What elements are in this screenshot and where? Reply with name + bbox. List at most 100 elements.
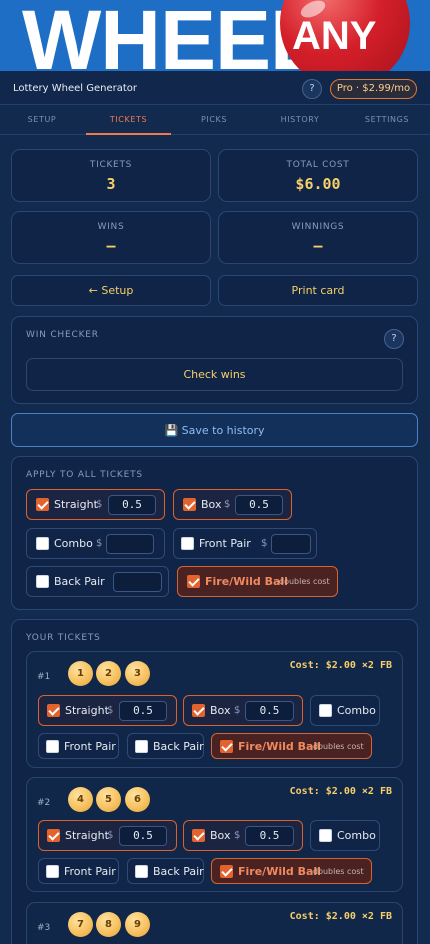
tickets-stat-label: TICKETS: [89, 160, 133, 170]
apply-all-combo-label: Combo: [54, 537, 93, 550]
total-cost-stat-card: TOTAL COST $6.00: [218, 149, 418, 202]
apply-all-front-pair-amount-input[interactable]: [271, 534, 311, 554]
pro-upgrade-button[interactable]: Pro · $2.99/mo: [330, 79, 417, 99]
back-to-setup-button[interactable]: ← Setup: [11, 275, 211, 306]
ticket-fire-wild-note: doubles cost: [313, 742, 364, 751]
pick-ball: 5: [96, 787, 121, 812]
apply-all-back-pair-option[interactable]: Back Pair $: [26, 566, 169, 597]
ticket-fire-wild-label: Fire/Wild Ball: [238, 740, 321, 753]
ticket-number: #2: [37, 798, 51, 808]
apply-all-front-pair-option[interactable]: Front Pair $: [173, 528, 317, 559]
ticket-card: #3 7 8 9 Cost: $2.00 ×2 FB: [26, 902, 403, 944]
apply-all-straight-checkbox[interactable]: [36, 498, 49, 511]
dollar-sign: $: [107, 830, 114, 841]
ticket-combo-option[interactable]: Combo: [310, 820, 380, 851]
apply-all-combo-checkbox[interactable]: [36, 537, 49, 550]
ticket-back-pair-option[interactable]: Back Pair: [127, 858, 204, 884]
ticket-combo-label: Combo: [337, 829, 376, 842]
ticket-cost: Cost: $2.00 ×2 FB: [289, 911, 392, 922]
tab-history[interactable]: HISTORY: [258, 106, 342, 135]
pick-ball: 6: [125, 787, 150, 812]
ticket-box-amount-input[interactable]: 0.5: [245, 701, 294, 721]
apply-all-panel: APPLY TO ALL TICKETS Straight $ 0.5 Box …: [11, 456, 418, 610]
save-to-history-button[interactable]: 💾 Save to history: [11, 413, 418, 447]
tab-settings[interactable]: SETTINGS: [344, 106, 430, 135]
ticket-fire-wild-option[interactable]: Fire/Wild Ball doubles cost: [211, 733, 372, 759]
ticket-box-checkbox[interactable]: [192, 829, 205, 842]
apply-all-combo-option[interactable]: Combo $: [26, 528, 165, 559]
apply-all-back-pair-amount-input[interactable]: [113, 572, 162, 592]
tab-setup[interactable]: SETUP: [0, 106, 84, 135]
check-wins-button[interactable]: Check wins: [26, 358, 403, 391]
ticket-front-pair-label: Front Pair: [64, 740, 116, 753]
wins-stat-value: —: [106, 237, 116, 255]
ticket-straight-checkbox[interactable]: [47, 829, 60, 842]
ticket-front-pair-checkbox[interactable]: [46, 740, 59, 753]
ticket-fire-wild-checkbox[interactable]: [220, 865, 233, 878]
apply-all-back-pair-checkbox[interactable]: [36, 575, 49, 588]
tickets-stat-value: 3: [106, 175, 116, 193]
ticket-combo-checkbox[interactable]: [319, 829, 332, 842]
apply-all-fire-wild-note: doubles cost: [279, 577, 330, 586]
apply-all-front-pair-checkbox[interactable]: [181, 537, 194, 550]
ticket-straight-amount-input[interactable]: 0.5: [119, 826, 167, 846]
win-checker-help-button[interactable]: ?: [384, 329, 404, 349]
apply-all-box-option[interactable]: Box $ 0.5: [173, 489, 292, 520]
pick-ball: 2: [96, 661, 121, 686]
pick-ball: 1: [68, 661, 93, 686]
ticket-box-option[interactable]: Box $ 0.5: [183, 695, 303, 726]
ticket-cost: Cost: $2.00 ×2 FB: [289, 786, 392, 797]
ticket-box-option[interactable]: Box $ 0.5: [183, 820, 303, 851]
apply-all-front-pair-label: Front Pair: [199, 537, 251, 550]
ticket-back-pair-checkbox[interactable]: [135, 740, 148, 753]
ticket-front-pair-option[interactable]: Front Pair: [38, 858, 119, 884]
ticket-fire-wild-option[interactable]: Fire/Wild Ball doubles cost: [211, 858, 372, 884]
print-card-button[interactable]: Print card: [218, 275, 418, 306]
ticket-front-pair-checkbox[interactable]: [46, 865, 59, 878]
total-cost-stat-value: $6.00: [295, 175, 341, 193]
banner-logo-word: WHEEL: [22, 0, 321, 71]
ticket-back-pair-checkbox[interactable]: [135, 865, 148, 878]
ticket-number: #3: [37, 923, 51, 933]
apply-all-straight-option[interactable]: Straight $ 0.5: [26, 489, 165, 520]
apply-all-fire-wild-option[interactable]: Fire/Wild Ball doubles cost: [177, 566, 338, 597]
dollar-sign: $: [224, 499, 231, 510]
apply-all-combo-amount-input[interactable]: [106, 534, 154, 554]
ticket-fire-wild-checkbox[interactable]: [220, 740, 233, 753]
tab-tickets[interactable]: TICKETS: [86, 106, 171, 135]
tab-bar: SETUP TICKETS PICKS HISTORY SETTINGS: [0, 106, 430, 135]
pick-ball: 8: [96, 912, 121, 937]
apply-all-straight-amount-input[interactable]: 0.5: [108, 495, 156, 515]
apply-all-fire-wild-label: Fire/Wild Ball: [205, 575, 288, 588]
ticket-box-amount-input[interactable]: 0.5: [245, 826, 294, 846]
apply-all-box-checkbox[interactable]: [183, 498, 196, 511]
ticket-box-label: Box: [210, 829, 231, 842]
ticket-fire-wild-label: Fire/Wild Ball: [238, 865, 321, 878]
ticket-combo-option[interactable]: Combo: [310, 695, 380, 726]
ticket-box-checkbox[interactable]: [192, 704, 205, 717]
apply-all-fire-wild-checkbox[interactable]: [187, 575, 200, 588]
ticket-back-pair-option[interactable]: Back Pair: [127, 733, 204, 759]
apply-all-title: APPLY TO ALL TICKETS: [26, 470, 143, 480]
ticket-straight-label: Straight: [65, 829, 109, 842]
win-checker-title: WIN CHECKER: [26, 330, 99, 340]
apply-all-straight-label: Straight: [54, 498, 98, 511]
apply-all-box-amount-input[interactable]: 0.5: [235, 495, 283, 515]
your-tickets-title: YOUR TICKETS: [26, 633, 101, 643]
ticket-straight-option[interactable]: Straight $ 0.5: [38, 820, 177, 851]
pick-ball: 3: [125, 661, 150, 686]
apply-all-back-pair-label: Back Pair: [54, 575, 105, 588]
ticket-straight-checkbox[interactable]: [47, 704, 60, 717]
ticket-combo-checkbox[interactable]: [319, 704, 332, 717]
ticket-cost: Cost: $2.00 ×2 FB: [289, 660, 392, 671]
pick-ball: 9: [125, 912, 150, 937]
ticket-straight-amount-input[interactable]: 0.5: [119, 701, 167, 721]
ticket-card: #2 4 5 6 Cost: $2.00 ×2 FB Straight $ 0.…: [26, 777, 403, 892]
header-help-button[interactable]: ?: [302, 79, 322, 99]
app-title: Lottery Wheel Generator: [13, 83, 137, 94]
ticket-straight-option[interactable]: Straight $ 0.5: [38, 695, 177, 726]
ticket-front-pair-option[interactable]: Front Pair: [38, 733, 119, 759]
tab-picks[interactable]: PICKS: [172, 106, 256, 135]
ticket-fire-wild-note: doubles cost: [313, 867, 364, 876]
dollar-sign: $: [234, 705, 241, 716]
